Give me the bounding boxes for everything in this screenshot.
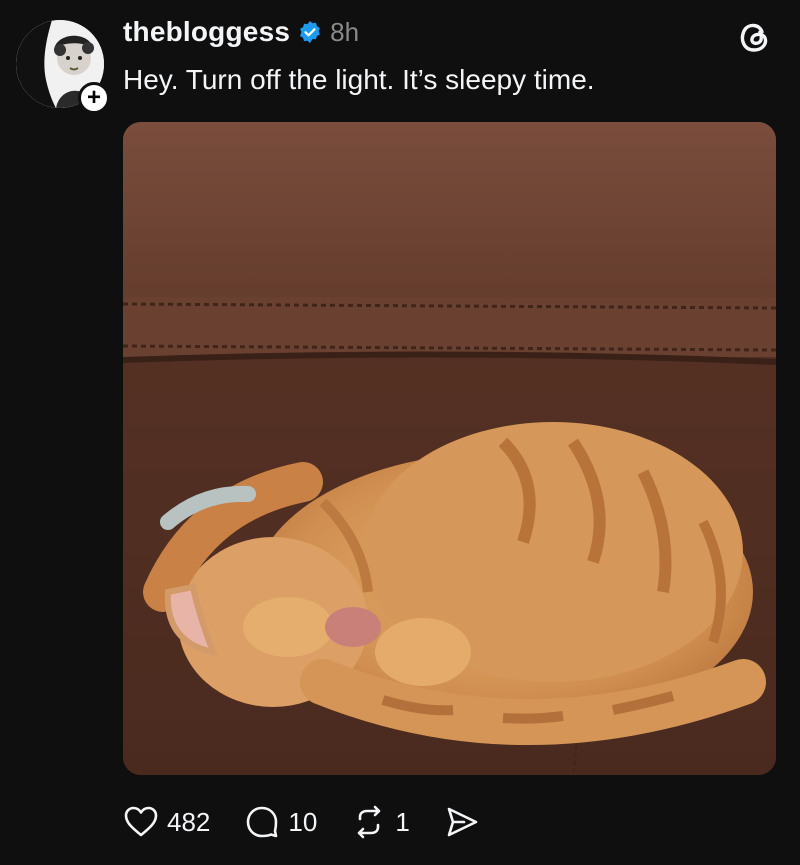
repost-icon (358, 805, 381, 839)
follow-button[interactable]: + (78, 82, 110, 114)
share-button[interactable] (444, 804, 480, 840)
reply-button[interactable]: 10 (244, 804, 317, 840)
heart-icon (124, 806, 158, 837)
like-count: 482 (167, 806, 211, 837)
comment-icon (247, 806, 278, 838)
avatar[interactable]: + (16, 20, 110, 114)
send-icon (447, 807, 478, 837)
post-text: Hey. Turn off the light. It’s sleepy tim… (123, 64, 595, 95)
reply-count: 10 (288, 806, 318, 837)
username[interactable]: thebloggess (123, 16, 290, 48)
post-time: 8h (330, 16, 360, 47)
repost-button[interactable]: 1 (351, 804, 410, 840)
post-header: thebloggess 8h (123, 16, 359, 48)
post-image[interactable] (123, 122, 776, 775)
repost-count: 1 (395, 806, 410, 837)
like-button[interactable]: 482 (123, 804, 210, 840)
post-actions: 482 10 1 (123, 800, 514, 844)
verified-badge-icon (300, 21, 321, 43)
sleeping-cat-photo (123, 122, 776, 775)
threads-logo-icon[interactable] (734, 16, 774, 56)
